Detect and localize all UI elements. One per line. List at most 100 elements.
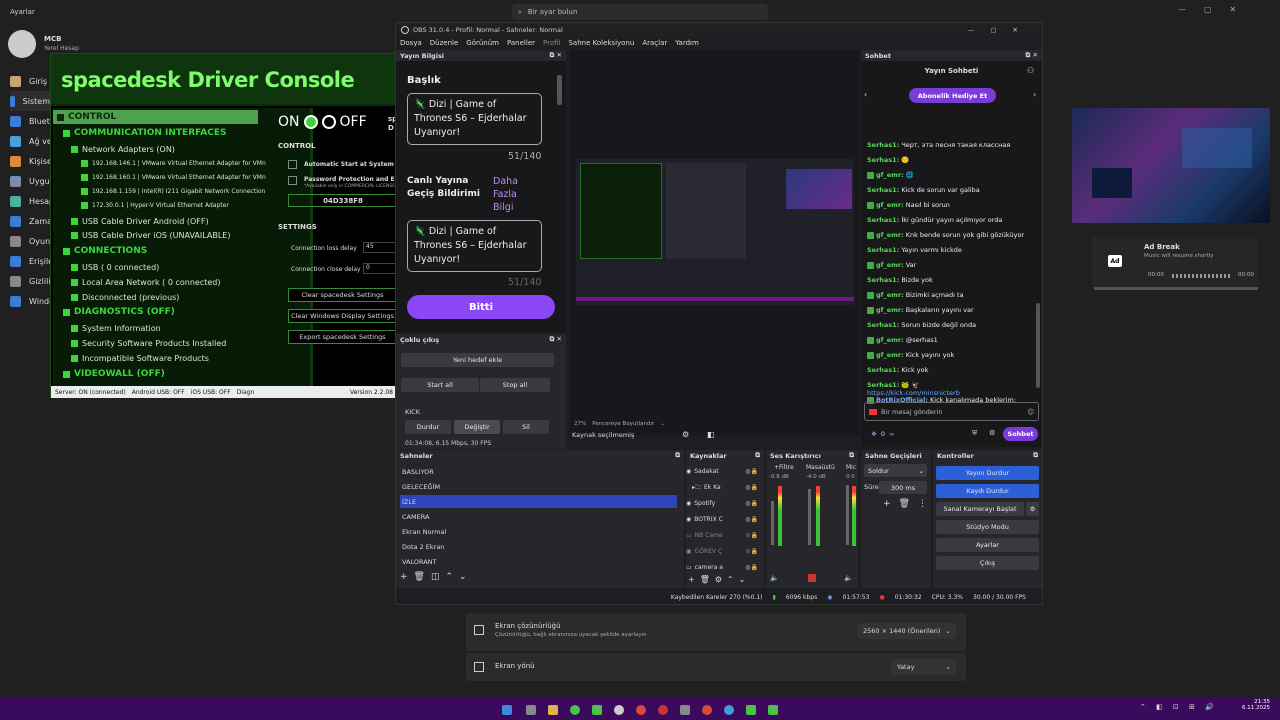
duration-input[interactable]: 300 ms — [879, 481, 927, 494]
mixer-ch2-slider[interactable] — [808, 489, 811, 545]
clock[interactable]: 21:35 6.11.2025 — [1240, 699, 1270, 711]
chat-username[interactable]: gf_emr: — [876, 261, 904, 269]
filter-icon[interactable]: ◫ — [431, 572, 440, 582]
export-settings-button[interactable]: Export spacedesk Settings — [288, 330, 397, 344]
exit-button[interactable]: Çıkış — [936, 556, 1039, 570]
scene-item[interactable]: Ekran Normal — [400, 525, 677, 538]
telegram-icon[interactable] — [724, 705, 734, 715]
tray-icons[interactable]: ⌃ ◧ ⊡ ⊞ 🔊 — [1140, 703, 1218, 711]
menu-help[interactable]: Yardım — [675, 39, 699, 47]
eye-icon[interactable]: ◎🔒 — [745, 564, 758, 571]
chat-send-button[interactable]: Sohbet — [1003, 427, 1038, 441]
spacedesk-icon[interactable] — [592, 705, 602, 715]
settings-search[interactable]: ⌕ Bir ayar bulun — [512, 4, 768, 20]
menu-edit[interactable]: Düzenle — [430, 39, 459, 47]
user-settings-icon[interactable]: ⚇ — [1027, 66, 1034, 75]
preview-area[interactable]: 27% Pencereye Boyutlandır ⌄ — [570, 50, 860, 435]
done-button[interactable]: Bitti — [407, 295, 555, 319]
popout-icon[interactable]: ⧉ — [755, 451, 760, 460]
tree-videowall[interactable]: VIDEOWALL (OFF) — [63, 369, 165, 379]
chat-username[interactable]: Serhas1: — [867, 366, 899, 374]
popout-icon[interactable]: ⧉ — [1033, 451, 1038, 460]
tree-usb[interactable]: USB ( 0 connected) — [71, 263, 159, 272]
stop-target-button[interactable]: Durdur — [405, 420, 451, 434]
tree-incompatible[interactable]: Incompatible Software Products — [71, 354, 209, 363]
password-code[interactable]: 04D338F8 — [288, 194, 398, 207]
tree-usb-android[interactable]: USB Cable Driver Android (OFF) — [71, 217, 209, 226]
virtual-camera-button[interactable]: Sanal Kamerayı Başlat — [936, 502, 1024, 516]
scene-item[interactable]: BASLIYOR — [400, 465, 677, 478]
tree-lan[interactable]: Local Area Network ( 0 connected) — [71, 278, 220, 287]
eye-icon[interactable]: ◎🔒 — [745, 516, 758, 523]
chat-username[interactable]: Serhas1: — [867, 321, 899, 329]
clear-windows-display-button[interactable]: Clear Windows Display Settings — [288, 309, 397, 323]
gift-sub-button[interactable]: Abonelik Hediye Et — [909, 88, 996, 103]
source-item[interactable]: ▣ GÖREV Ç ⊘🔒 — [686, 544, 758, 559]
menu-profile[interactable]: Profil — [543, 39, 560, 47]
add-icon[interactable]: + — [883, 499, 891, 509]
settings-button[interactable]: Ayarlar — [936, 538, 1039, 552]
preview-zoom[interactable]: 27% Pencereye Boyutlandır ⌄ — [574, 421, 665, 427]
add-target-button[interactable]: Yeni hedef ekle — [401, 353, 554, 367]
tree-security[interactable]: Security Software Products Installed — [71, 339, 226, 348]
chat-username[interactable]: Serhas1: — [867, 276, 899, 284]
stop-all-button[interactable]: Stop all — [480, 378, 550, 392]
nav-windows-update[interactable]: Windo — [10, 291, 54, 311]
source-item[interactable]: ▭ camera a ◎🔒 — [686, 560, 758, 575]
tree-sysinfo[interactable]: System Information — [71, 324, 161, 333]
scene-item[interactable]: VALORANT — [400, 555, 677, 568]
settings-window-controls[interactable]: —▢✕ — [1178, 5, 1254, 14]
close-icon[interactable]: ⧉ ✕ — [550, 51, 562, 60]
nav-system[interactable]: Sistem — [10, 91, 50, 111]
media-popup[interactable]: Ad Ad Break Music will resume shortly 00… — [1092, 237, 1259, 289]
chat-username[interactable]: Serhas1: — [867, 216, 899, 224]
chat-username[interactable]: gf_emr: — [876, 351, 904, 359]
tree-diagnostics[interactable]: DIAGNOSTICS (OFF) — [63, 307, 175, 317]
chat-username[interactable]: gf_emr: — [876, 201, 904, 209]
down-icon[interactable]: ⌄ — [739, 575, 746, 584]
scene-item[interactable]: CAMERA — [400, 510, 677, 523]
edit-target-button[interactable]: Değiştir — [454, 420, 500, 434]
on-radio[interactable] — [303, 115, 318, 129]
eye-icon[interactable]: ◎🔒 — [745, 500, 758, 507]
nav-network[interactable]: Ağ ve — [10, 131, 52, 151]
close-icon[interactable]: ⧉ ✕ — [1026, 51, 1038, 60]
chrome-icon[interactable] — [636, 705, 646, 715]
avatar[interactable] — [8, 30, 36, 58]
start-all-button[interactable]: Start all — [401, 378, 479, 392]
more-info-link[interactable]: Daha Fazla Bilgi — [493, 175, 533, 214]
resolution-select[interactable]: 2560 × 1440 (Önerilen) ⌄ — [858, 623, 956, 639]
add-icon[interactable]: + — [400, 572, 408, 582]
password-checkbox[interactable] — [288, 176, 297, 185]
trash-icon[interactable]: 🗑 — [414, 572, 425, 582]
chat-username[interactable]: Serhas1: — [867, 246, 899, 254]
chat-username[interactable]: Serhas1: — [867, 156, 899, 164]
chat-link[interactable]: https://kick.com/minsnicterb — [867, 389, 960, 397]
chat-username[interactable]: gf_emr: — [876, 336, 904, 344]
on-off-toggle[interactable]: ON OFF — [278, 114, 398, 130]
tree-comm[interactable]: COMMUNICATION INTERFACES — [63, 128, 226, 138]
scene-item[interactable]: GELECEĞİM — [400, 480, 677, 493]
menu-file[interactable]: Dosya — [400, 39, 422, 47]
source-item[interactable]: ▸🗀 Ek Ka ◎🔒 — [686, 480, 758, 495]
tree-netad[interactable]: Network Adapters (ON) — [71, 145, 175, 154]
eye-icon[interactable]: ◎🔒 — [745, 484, 758, 491]
chat-points[interactable]: ❖ 0 ∞ — [871, 430, 894, 438]
clear-spacedesk-button[interactable]: Clear spacedesk Settings — [288, 288, 397, 302]
task-view-icon[interactable] — [526, 705, 536, 715]
chat-username[interactable]: Serhas1: — [867, 381, 899, 389]
chat-username[interactable]: gf_emr: — [876, 306, 904, 314]
mixer-ch1-slider[interactable] — [771, 501, 774, 545]
off-radio[interactable] — [321, 115, 336, 129]
eye-off-icon[interactable]: ⊘🔒 — [746, 548, 759, 555]
chat-username[interactable]: gf_emr: — [876, 291, 904, 299]
chat-username[interactable]: gf_emr: — [876, 231, 904, 239]
stop-stream-button[interactable]: Yayını Durdur — [936, 466, 1039, 480]
tree-adapter-1[interactable]: 192.168.146.1 | VMware Virtual Ethernet … — [81, 160, 266, 167]
scrollbar[interactable] — [557, 75, 562, 105]
shield-icon[interactable]: ⛨ — [972, 429, 977, 438]
menu-tools[interactable]: Araçlar — [642, 39, 667, 47]
nav-home[interactable]: Giriş — [10, 71, 47, 91]
tree-adapter-3[interactable]: 192.168.1.159 | Intel(R) I211 Gigabit Ne… — [81, 188, 265, 195]
tree-adapter-4[interactable]: 172.30.0.1 | Hyper-V Virtual Ethernet Ad… — [81, 202, 229, 209]
